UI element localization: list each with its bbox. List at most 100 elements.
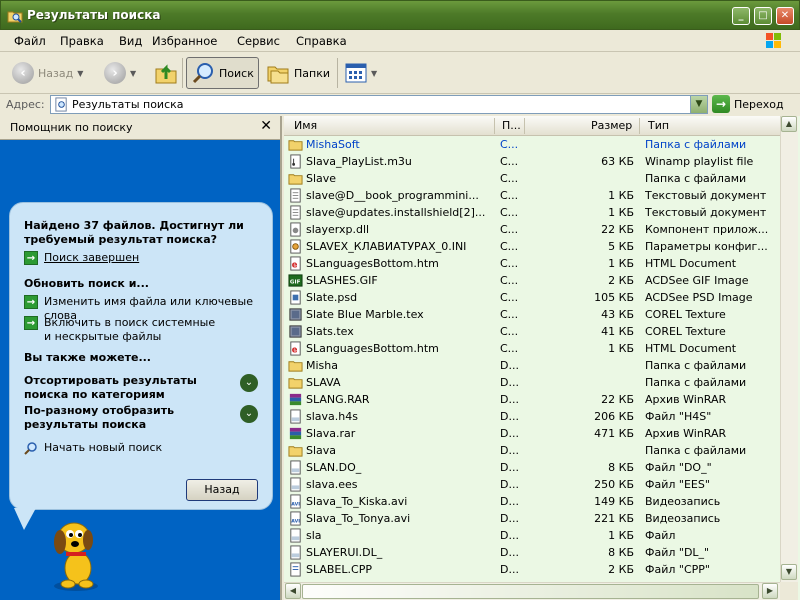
new-search-link[interactable]: Начать новый поиск — [24, 441, 162, 455]
menu-file[interactable]: Файл — [14, 34, 46, 48]
file-name: Slava — [306, 444, 337, 457]
file-row[interactable]: SLABEL.CPP D... 2 КБ Файл "CPP" — [284, 561, 780, 578]
file-row[interactable]: AVI Slava_To_Kiska.avi D... 149 КБ Видеозапи… — [284, 493, 780, 510]
col-path[interactable]: П... — [502, 119, 521, 132]
file-row[interactable]: Slats.tex C... 41 КБ COREL Texture — [284, 323, 780, 340]
col-size[interactable]: Размер — [591, 119, 632, 132]
file-name: slave@D__book_programmini... — [306, 189, 479, 202]
file-size: 41 КБ — [601, 325, 634, 338]
file-row[interactable]: sla D... 1 КБ Файл — [284, 527, 780, 544]
search-done-link[interactable]: → Поиск завершен — [24, 251, 139, 265]
file-type: Папка с файлами — [645, 138, 747, 151]
go-button[interactable]: → Переход — [712, 95, 784, 113]
horizontal-scrollbar[interactable]: ◀ ▶ — [284, 582, 780, 600]
file-path: D... — [500, 461, 519, 474]
minimize-button[interactable]: _ — [732, 7, 750, 25]
file-row[interactable]: GIF SLASHES.GIF C... 2 КБ ACDSee GIF Image — [284, 272, 780, 289]
file-row[interactable]: SLANG.RAR D... 22 КБ Архив WinRAR — [284, 391, 780, 408]
folders-button[interactable]: Папки — [262, 57, 334, 89]
file-path: D... — [500, 512, 519, 525]
scroll-left-icon[interactable]: ◀ — [285, 583, 301, 599]
search-button[interactable]: Поиск — [186, 57, 259, 89]
file-row[interactable]: e SLanguagesBottom.htm C... 1 КБ HTML Docume… — [284, 255, 780, 272]
sort-results-link[interactable]: Отсортировать результаты поиска по катег… — [24, 374, 234, 402]
file-row[interactable]: Slate.psd C... 105 КБ ACDSee PSD Image — [284, 289, 780, 306]
file-row[interactable]: slave@D__book_programmini... C... 1 КБ Текс… — [284, 187, 780, 204]
file-path: C... — [500, 240, 519, 253]
address-input[interactable]: Результаты поиска ▼ — [50, 95, 708, 114]
html-icon: e — [290, 341, 301, 356]
include-system-files-link[interactable]: → Включить в поиск системные и нескрытые… — [24, 316, 224, 344]
vertical-scrollbar[interactable]: ▲ ▼ — [780, 116, 798, 582]
file-row[interactable]: e SLanguagesBottom.htm C... 1 КБ HTML Docume… — [284, 340, 780, 357]
file-size: 2 КБ — [608, 274, 634, 287]
maximize-button[interactable]: □ — [754, 7, 772, 25]
forward-button[interactable]: › ▼ — [100, 57, 140, 89]
close-panel-icon[interactable]: ✕ — [260, 118, 272, 134]
file-row[interactable]: SLAVA D... Папка с файлами — [284, 374, 780, 391]
up-folder-button[interactable] — [150, 57, 182, 89]
scroll-up-icon[interactable]: ▲ — [781, 116, 797, 132]
menu-edit[interactable]: Правка — [60, 34, 104, 48]
file-path: D... — [500, 529, 519, 542]
file-row[interactable]: slave@updates.installshield[2]... C... 1 К… — [284, 204, 780, 221]
file-row[interactable]: Slava_PlayList.m3u C... 63 КБ Winamp playli… — [284, 153, 780, 170]
views-dropdown-icon[interactable]: ▼ — [371, 69, 377, 78]
file-row[interactable]: SLAVEX_КЛАВИАТУРАХ_0.INI C... 5 КБ Параметр… — [284, 238, 780, 255]
file-row[interactable]: Slave C... Папка с файлами — [284, 170, 780, 187]
back-dropdown-icon[interactable]: ▼ — [77, 69, 83, 78]
file-row[interactable]: slayerxp.dll C... 22 КБ Компонент прилож... — [284, 221, 780, 238]
file-row[interactable]: slava.h4s D... 206 КБ Файл "H4S" — [284, 408, 780, 425]
menu-favorites[interactable]: Избранное — [152, 34, 217, 48]
menu-tools[interactable]: Сервис — [237, 34, 280, 48]
file-row[interactable]: Slava.rar D... 471 КБ Архив WinRAR — [284, 425, 780, 442]
search-folder-icon — [7, 11, 23, 23]
close-button[interactable]: ✕ — [776, 7, 794, 25]
file-name: slava.ees — [306, 478, 358, 491]
view-results-link[interactable]: По-разному отобразить результаты поиска — [24, 404, 224, 432]
text-document-icon — [290, 188, 301, 203]
file-row[interactable]: Slate Blue Marble.tex C... 43 КБ COREL Text… — [284, 306, 780, 323]
file-row[interactable]: Misha D... Папка с файлами — [284, 357, 780, 374]
file-row[interactable]: SLAN.DO_ D... 8 КБ Файл "DO_" — [284, 459, 780, 476]
menu-view[interactable]: Вид — [119, 34, 142, 48]
file-row[interactable]: Slava D... Папка с файлами — [284, 442, 780, 459]
file-type: Папка с файлами — [645, 376, 747, 389]
go-arrow-icon: → — [712, 95, 730, 113]
search-results-icon — [55, 97, 67, 112]
file-type: Папка с файлами — [645, 359, 747, 372]
file-name: Slate.psd — [306, 291, 358, 304]
file-type: Папка с файлами — [645, 172, 747, 185]
file-type: Файл "H4S" — [645, 410, 712, 423]
col-type[interactable]: Тип — [648, 119, 669, 132]
scroll-right-icon[interactable]: ▶ — [762, 583, 778, 599]
file-name: Slava_PlayList.m3u — [306, 155, 412, 168]
file-path: C... — [500, 189, 519, 202]
file-row[interactable]: AVI Slava_To_Tonya.avi D... 221 КБ Видеозапи… — [284, 510, 780, 527]
chevron-down-icon[interactable]: ⌄ — [240, 405, 258, 423]
file-name: Slats.tex — [306, 325, 354, 338]
horizontal-scroll-thumb[interactable] — [302, 584, 759, 599]
psd-icon — [290, 290, 301, 305]
file-row[interactable]: slava.ees D... 250 КБ Файл "EES" — [284, 476, 780, 493]
results-list: Имя П... Размер Тип MishaSoft C... Папка с… — [284, 116, 800, 600]
rar-icon — [289, 393, 302, 406]
views-button[interactable]: ▼ — [341, 57, 381, 89]
search-label: Поиск — [219, 66, 254, 80]
file-row[interactable]: MishaSoft C... Папка с файлами — [284, 136, 780, 153]
chevron-down-icon[interactable]: ⌄ — [240, 374, 258, 392]
file-row[interactable]: SLAYERUI.DL_ D... 8 КБ Файл "DL_" — [284, 544, 780, 561]
file-type: Winamp playlist file — [645, 155, 754, 168]
file-name: SLAYERUI.DL_ — [306, 546, 383, 559]
forward-dropdown-icon[interactable]: ▼ — [130, 69, 136, 78]
address-dropdown-icon[interactable]: ▼ — [690, 96, 707, 113]
col-name[interactable]: Имя — [294, 119, 317, 132]
svg-text:AVI: AVI — [291, 518, 300, 524]
balloon-back-button[interactable]: Назад — [186, 479, 258, 501]
scroll-down-icon[interactable]: ▼ — [781, 564, 797, 580]
back-button[interactable]: ‹ Назад ▼ — [8, 57, 87, 89]
menu-help[interactable]: Справка — [296, 34, 347, 48]
folders-label: Папки — [294, 66, 330, 80]
address-bar: Адрес: Результаты поиска ▼ → Переход — [0, 94, 800, 116]
up-folder-icon — [155, 64, 177, 84]
